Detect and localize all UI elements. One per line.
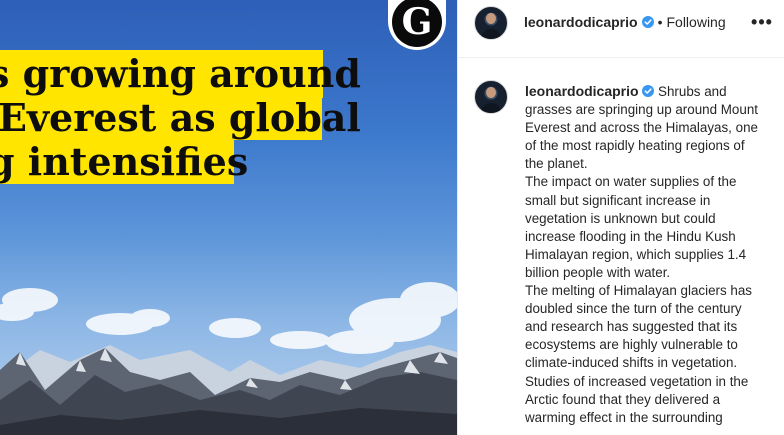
guardian-g-icon: G bbox=[392, 0, 442, 47]
caption-paragraph-3: The melting of Himalayan glaciers has do… bbox=[525, 283, 753, 371]
more-options-icon[interactable]: ••• bbox=[749, 10, 775, 34]
post-media[interactable]: s growing around Everest as global g int… bbox=[0, 0, 457, 435]
caption-avatar[interactable] bbox=[474, 80, 508, 114]
avatar[interactable] bbox=[474, 6, 508, 40]
headline-line-2: Everest as global bbox=[0, 95, 361, 140]
headline-line-1: s growing around bbox=[0, 50, 361, 98]
verified-badge-icon bbox=[641, 16, 654, 28]
headline-line-3: g intensifies bbox=[0, 140, 248, 184]
caption-paragraph-1: leonardodicaprio Shrubs and grasses are … bbox=[525, 82, 761, 173]
post-caption: leonardodicaprio Shrubs and grasses are … bbox=[525, 82, 761, 427]
post-header: leonardodicaprio • Following ••• bbox=[458, 0, 784, 58]
verified-badge-icon bbox=[642, 85, 655, 97]
following-button[interactable]: Following bbox=[666, 14, 725, 30]
separator-dot: • bbox=[657, 14, 663, 30]
caption-username[interactable]: leonardodicaprio bbox=[525, 83, 639, 99]
header-user-row: leonardodicaprio • Following bbox=[524, 14, 726, 30]
header-username[interactable]: leonardodicaprio bbox=[524, 14, 638, 30]
caption-paragraph-4: Studies of increased vegetation in the A… bbox=[525, 373, 749, 425]
post-side-panel: leonardodicaprio • Following ••• leonard… bbox=[457, 0, 784, 435]
caption-paragraph-2: The impact on water supplies of the smal… bbox=[525, 174, 747, 280]
